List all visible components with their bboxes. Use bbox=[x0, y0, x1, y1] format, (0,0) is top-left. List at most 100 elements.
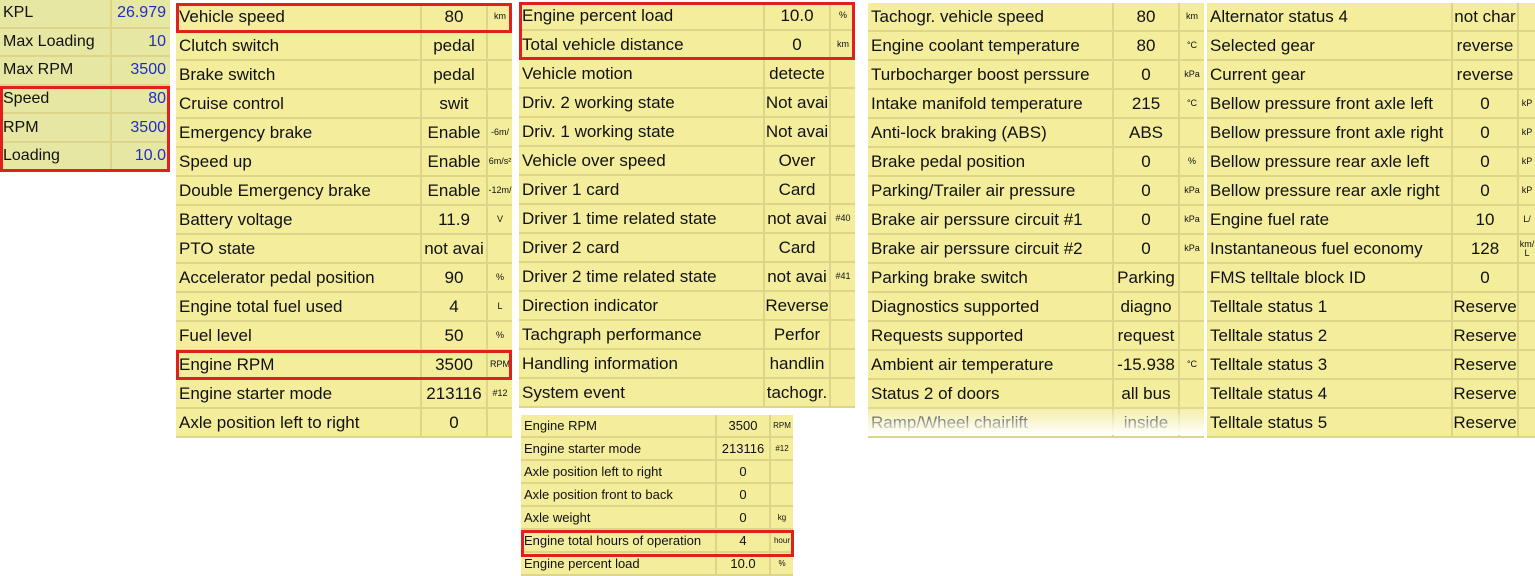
table-row[interactable]: Driv. 1 working state Not avai bbox=[519, 118, 855, 147]
table-row[interactable]: Telltale status 5 Reserve bbox=[1207, 409, 1535, 438]
table-row[interactable]: Engine starter mode 213116 #12 bbox=[176, 380, 512, 409]
table-row[interactable]: Bellow pressure front axle left 0 kP bbox=[1207, 90, 1535, 119]
table-row[interactable]: Ambient air temperature -15.938 °C bbox=[868, 351, 1204, 380]
table-row[interactable]: Speed 80 bbox=[0, 85, 170, 115]
table-row[interactable]: Vehicle motion detecte bbox=[519, 60, 855, 89]
table-row[interactable]: Total vehicle distance 0 km bbox=[519, 31, 855, 60]
table-row[interactable]: Axle position front to back 0 bbox=[521, 484, 793, 507]
param-label: Axle position left to right bbox=[521, 461, 717, 482]
param-label: Telltale status 4 bbox=[1207, 380, 1453, 407]
param-value: 3500 bbox=[130, 61, 166, 79]
param-label: KPL bbox=[0, 0, 112, 27]
table-row[interactable]: Engine total fuel used 4 L bbox=[176, 293, 512, 322]
table-row[interactable]: Engine percent load 10.0% bbox=[519, 2, 855, 31]
table-row[interactable]: Engine coolant temperature 80 °C bbox=[868, 32, 1204, 61]
table-row[interactable]: Speed up Enable 6m/s² bbox=[176, 148, 512, 177]
table-row[interactable]: Instantaneous fuel economy 128 km/L bbox=[1207, 235, 1535, 264]
table-row[interactable]: Current gear reverse bbox=[1207, 61, 1535, 90]
table-row[interactable]: Brake air perssure circuit #1 0 kPa bbox=[868, 206, 1204, 235]
param-unit: % bbox=[495, 330, 504, 340]
table-row[interactable]: Cruise control swit bbox=[176, 90, 512, 119]
param-value: not avai bbox=[765, 263, 831, 290]
table-row[interactable]: Vehicle over speed Over bbox=[519, 147, 855, 176]
param-value: 80 bbox=[148, 90, 166, 108]
table-row[interactable]: Telltale status 3 Reserve bbox=[1207, 351, 1535, 380]
table-row[interactable]: Double Emergency brake Enable -12m/ bbox=[176, 177, 512, 206]
param-unit: km/L bbox=[1519, 238, 1535, 258]
param-unit bbox=[771, 484, 793, 505]
param-value: Reserve bbox=[1453, 293, 1519, 320]
table-row[interactable]: KPL 26.979 bbox=[0, 0, 170, 29]
table-row[interactable]: Driv. 2 working state Not avai bbox=[519, 89, 855, 118]
table-row[interactable]: Axle position left to right 0 bbox=[176, 409, 512, 438]
table-row[interactable]: Max Loading 10 bbox=[0, 28, 170, 58]
param-label: Accelerator pedal position bbox=[176, 264, 422, 291]
param-label: Speed bbox=[0, 85, 112, 113]
table-row[interactable]: Handling information handlin bbox=[519, 350, 855, 379]
table-row[interactable]: Engine RPM 3500 RPM bbox=[521, 415, 793, 438]
table-row[interactable]: Bellow pressure rear axle left 0 kP bbox=[1207, 148, 1535, 177]
param-label: Parking/Trailer air pressure bbox=[868, 177, 1114, 204]
table-row[interactable]: Diagnostics supported diagno bbox=[868, 293, 1204, 322]
table-row[interactable]: Driver 2 time related state not avai #41 bbox=[519, 263, 855, 292]
table-row[interactable]: Emergency brake Enable -6m/ bbox=[176, 119, 512, 148]
table-row[interactable]: Driver 1 card Card bbox=[519, 176, 855, 205]
param-value: -15.938 bbox=[1114, 351, 1180, 378]
table-row[interactable]: Parking/Trailer air pressure 0 kPa bbox=[868, 177, 1204, 206]
param-label: Brake air perssure circuit #2 bbox=[868, 235, 1114, 262]
table-row[interactable]: Turbocharger boost perssure 0 kPa bbox=[868, 61, 1204, 90]
table-row[interactable]: Requests supported request bbox=[868, 322, 1204, 351]
table-row[interactable]: Status 2 of doors all bus bbox=[868, 380, 1204, 409]
table-row[interactable]: Max RPM 3500 bbox=[0, 57, 170, 86]
table-row[interactable]: Bellow pressure front axle right 0 kP bbox=[1207, 119, 1535, 148]
table-row[interactable]: Axle position left to right 0 bbox=[521, 461, 793, 484]
table-row[interactable]: Tachgraph performance Perfor bbox=[519, 321, 855, 350]
param-value: all bus bbox=[1114, 380, 1180, 407]
table-row[interactable]: Alternator status 4 not char bbox=[1207, 3, 1535, 32]
param-value: 0 bbox=[1453, 119, 1519, 146]
table-row[interactable]: Engine RPM 3500 RPM bbox=[176, 351, 512, 380]
table-row[interactable]: Telltale status 2 Reserve bbox=[1207, 322, 1535, 351]
param-unit: km bbox=[494, 11, 506, 21]
param-label: Driver 2 card bbox=[519, 234, 765, 261]
table-row[interactable]: Bellow pressure rear axle right 0 kP bbox=[1207, 177, 1535, 206]
table-row[interactable]: Brake pedal position 0% bbox=[868, 148, 1204, 177]
param-value: 0 bbox=[1114, 206, 1180, 233]
param-label: Turbocharger boost perssure bbox=[868, 61, 1114, 88]
table-row[interactable]: Accelerator pedal position 90% bbox=[176, 264, 512, 293]
table-row[interactable]: Tachogr. vehicle speed 80 km bbox=[868, 3, 1204, 32]
table-row[interactable]: Driver 2 card Card bbox=[519, 234, 855, 263]
param-label: Axle position front to back bbox=[521, 484, 717, 505]
table-row[interactable]: Axle weight 0 kg bbox=[521, 507, 793, 530]
table-row[interactable]: Parking brake switch Parking bbox=[868, 264, 1204, 293]
table-row[interactable]: Ramp/Wheel chairlift inside bbox=[868, 409, 1204, 438]
table-row[interactable]: Engine starter mode 213116 #12 bbox=[521, 438, 793, 461]
table-row[interactable]: Engine percent load 10.0% bbox=[521, 553, 793, 576]
table-row[interactable]: Brake air perssure circuit #2 0 kPa bbox=[868, 235, 1204, 264]
table-row[interactable]: System event tachogr. bbox=[519, 379, 855, 408]
param-unit bbox=[488, 409, 512, 436]
table-row[interactable]: Vehicle speed 80 km bbox=[176, 3, 512, 32]
param-value: not avai bbox=[765, 205, 831, 232]
table-row[interactable]: Fuel level 50% bbox=[176, 322, 512, 351]
table-row[interactable]: Direction indicator Reverse bbox=[519, 292, 855, 321]
param-unit bbox=[1519, 3, 1535, 30]
table-row[interactable]: Telltale status 4 Reserve bbox=[1207, 380, 1535, 409]
param-value: pedal bbox=[422, 32, 488, 59]
kpl-summary-panel: KPL 26.979 Max Loading 10 Max RPM 3500 Speed 80… bbox=[0, 0, 170, 172]
table-row[interactable]: Selected gear reverse bbox=[1207, 32, 1535, 61]
table-row[interactable]: Intake manifold temperature 215 °C bbox=[868, 90, 1204, 119]
table-row[interactable]: Driver 1 time related state not avai #40 bbox=[519, 205, 855, 234]
table-row[interactable]: PTO state not avai bbox=[176, 235, 512, 264]
table-row[interactable]: Battery voltage 11.9 V bbox=[176, 206, 512, 235]
table-row[interactable]: Anti-lock braking (ABS) ABS bbox=[868, 119, 1204, 148]
table-row[interactable]: Clutch switch pedal bbox=[176, 32, 512, 61]
table-row[interactable]: Telltale status 1 Reserve bbox=[1207, 293, 1535, 322]
table-row[interactable]: Brake switch pedal bbox=[176, 61, 512, 90]
table-row[interactable]: Engine fuel rate 10 L/ bbox=[1207, 206, 1535, 235]
table-row[interactable]: Loading 10.0 bbox=[0, 143, 170, 172]
param-unit: #41 bbox=[835, 271, 851, 281]
table-row[interactable]: FMS telltale block ID 0 bbox=[1207, 264, 1535, 293]
table-row[interactable]: Engine total hours of operation 4 hour bbox=[521, 530, 793, 553]
table-row[interactable]: RPM 3500 bbox=[0, 114, 170, 143]
